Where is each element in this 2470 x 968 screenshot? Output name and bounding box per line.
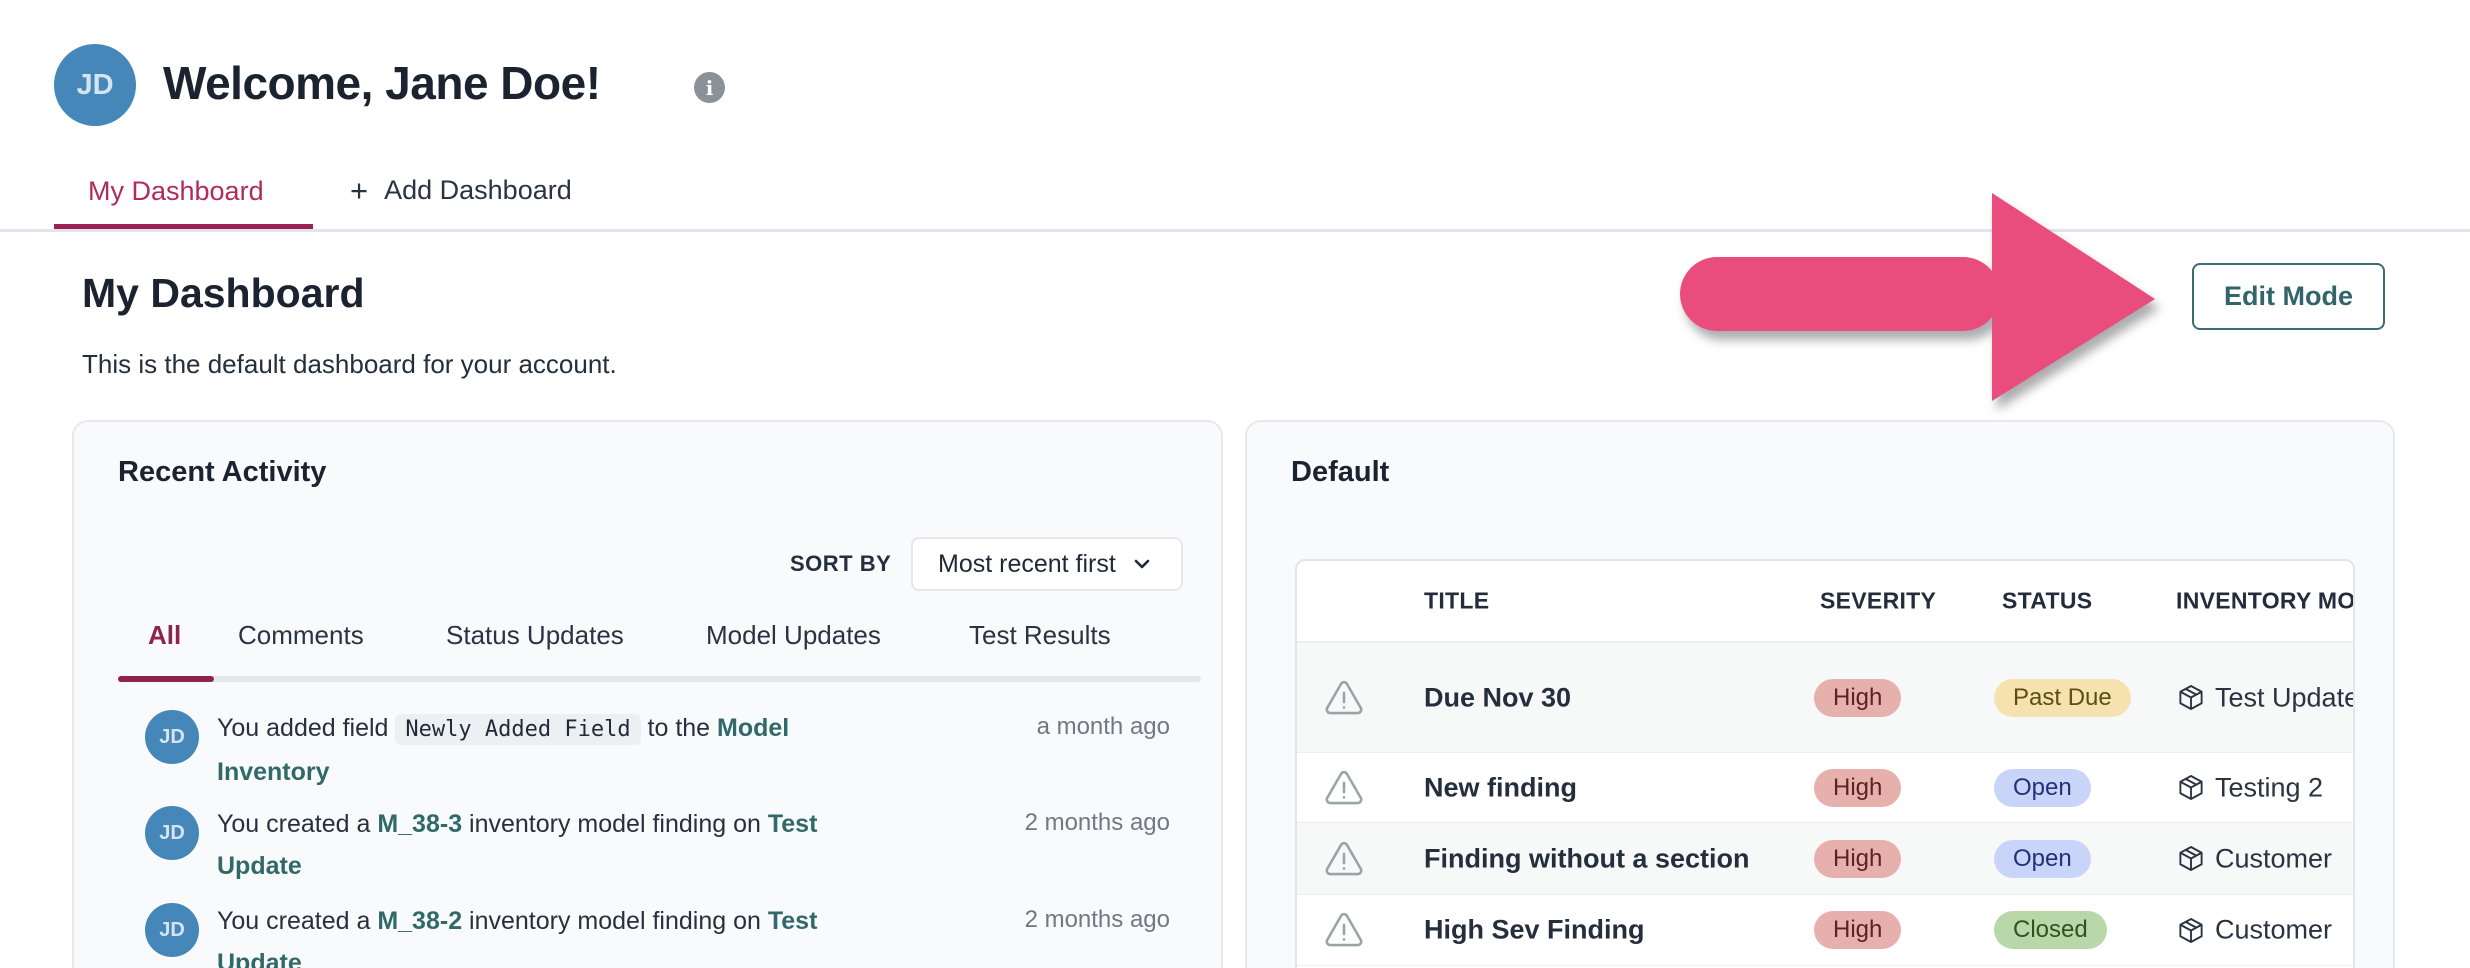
sort-select[interactable]: Most recent first — [911, 537, 1183, 591]
dashboard-description: This is the default dashboard for your a… — [82, 349, 617, 380]
dashboard-title: My Dashboard — [82, 270, 365, 317]
status-badge: Open — [1994, 840, 2091, 878]
activity-timestamp: a month ago — [920, 713, 1170, 741]
activity-timestamp: 2 months ago — [920, 809, 1170, 837]
dashboard-page: JD Welcome, Jane Doe! i My Dashboard + A… — [0, 0, 2470, 968]
status-badge: Past Due — [1994, 679, 2131, 717]
avatar: JD — [54, 44, 136, 126]
finding-title: Finding without a section — [1424, 843, 1749, 874]
avatar: JD — [145, 903, 199, 957]
package-icon — [2176, 915, 2206, 945]
package-icon — [2176, 844, 2206, 874]
inventory-model-name: Testing 2 — [2215, 772, 2323, 803]
tabs-divider — [0, 229, 2470, 232]
activity-link[interactable]: M_38-2 — [377, 907, 462, 935]
inventory-model-cell: Customer — [2176, 915, 2332, 946]
table-row[interactable]: Finding without a section High Open Cust… — [1297, 823, 2353, 895]
table-row[interactable]: Due Nov 30 High Past Due Test Update — [1297, 643, 2353, 753]
severity-badge: High — [1814, 840, 1901, 878]
inventory-model-cell: Customer — [2176, 843, 2332, 874]
activity-link[interactable]: M_38-3 — [377, 810, 462, 838]
warning-triangle-icon — [1322, 676, 1366, 720]
inventory-model-cell: Testing 2 — [2176, 772, 2323, 803]
column-title: TITLE — [1424, 588, 1489, 615]
severity-badge: High — [1814, 769, 1901, 807]
table-row[interactable]: High Sev Finding High Closed Customer — [1297, 895, 2353, 966]
activity-tabs-track — [118, 676, 1201, 682]
plus-icon: + — [350, 177, 368, 204]
severity-badge: High — [1814, 679, 1901, 717]
table-body: Due Nov 30 High Past Due Test Update New… — [1297, 643, 2353, 966]
field-code-chip: Newly Added Field — [395, 714, 640, 745]
column-inventory-model: INVENTORY MODEL — [2176, 588, 2355, 615]
sort-select-value: Most recent first — [938, 550, 1116, 579]
finding-title: Due Nov 30 — [1424, 682, 1571, 713]
sort-by-label: SORT BY — [790, 551, 891, 577]
finding-title: High Sev Finding — [1424, 915, 1645, 946]
warning-triangle-icon — [1322, 908, 1366, 952]
activity-tab-status-updates[interactable]: Status Updates — [446, 620, 624, 651]
status-badge: Closed — [1994, 911, 2107, 949]
activity-link[interactable]: Test Update — [217, 907, 817, 968]
column-severity: SEVERITY — [1820, 588, 1936, 615]
findings-table: TITLE SEVERITY STATUS INVENTORY MODEL Du… — [1295, 559, 2355, 968]
activity-tab-model-updates[interactable]: Model Updates — [706, 620, 881, 651]
default-widget-title: Default — [1291, 456, 1389, 489]
tab-my-dashboard[interactable]: My Dashboard — [88, 176, 264, 207]
activity-text: You created a M_38-2 inventory model fin… — [217, 900, 897, 968]
finding-title: New finding — [1424, 772, 1577, 803]
status-badge: Open — [1994, 769, 2091, 807]
edit-mode-button[interactable]: Edit Mode — [2192, 263, 2385, 330]
inventory-model-name: Customer — [2215, 915, 2332, 946]
default-widget-card: Default TITLE SEVERITY STATUS INVENTORY … — [1245, 420, 2395, 968]
activity-active-tab-underline — [118, 676, 214, 682]
recent-activity-card: Recent Activity SORT BY Most recent firs… — [72, 420, 1223, 968]
inventory-model-name: Customer — [2215, 843, 2332, 874]
tab-add-dashboard-label: Add Dashboard — [384, 175, 572, 206]
warning-triangle-icon — [1322, 837, 1366, 881]
info-icon[interactable]: i — [694, 72, 725, 103]
activity-link[interactable]: Test Update — [217, 810, 817, 880]
package-icon — [2176, 773, 2206, 803]
activity-text: You added field Newly Added Field to the… — [217, 707, 897, 793]
table-row[interactable]: New finding High Open Testing 2 — [1297, 753, 2353, 823]
recent-activity-tabs: All Comments Status Updates Model Updates Te… — [74, 620, 1221, 666]
page-title: Welcome, Jane Doe! — [163, 56, 601, 110]
column-status: STATUS — [2002, 588, 2092, 615]
package-icon — [2176, 683, 2206, 713]
tab-add-dashboard[interactable]: + Add Dashboard — [350, 175, 572, 206]
avatar: JD — [145, 806, 199, 860]
inventory-model-name: Test Update — [2215, 682, 2355, 713]
activity-tab-all[interactable]: All — [148, 620, 181, 651]
activity-text: You created a M_38-3 inventory model fin… — [217, 803, 897, 887]
chevron-down-icon — [1130, 552, 1154, 576]
severity-badge: High — [1814, 911, 1901, 949]
avatar: JD — [145, 710, 199, 764]
inventory-model-cell: Test Update — [2176, 682, 2355, 713]
table-header-row: TITLE SEVERITY STATUS INVENTORY MODEL — [1297, 561, 2353, 643]
activity-timestamp: 2 months ago — [920, 906, 1170, 934]
activity-tab-comments[interactable]: Comments — [238, 620, 364, 651]
warning-triangle-icon — [1322, 766, 1366, 810]
recent-activity-title: Recent Activity — [118, 456, 326, 489]
activity-tab-test-results[interactable]: Test Results — [969, 620, 1111, 651]
